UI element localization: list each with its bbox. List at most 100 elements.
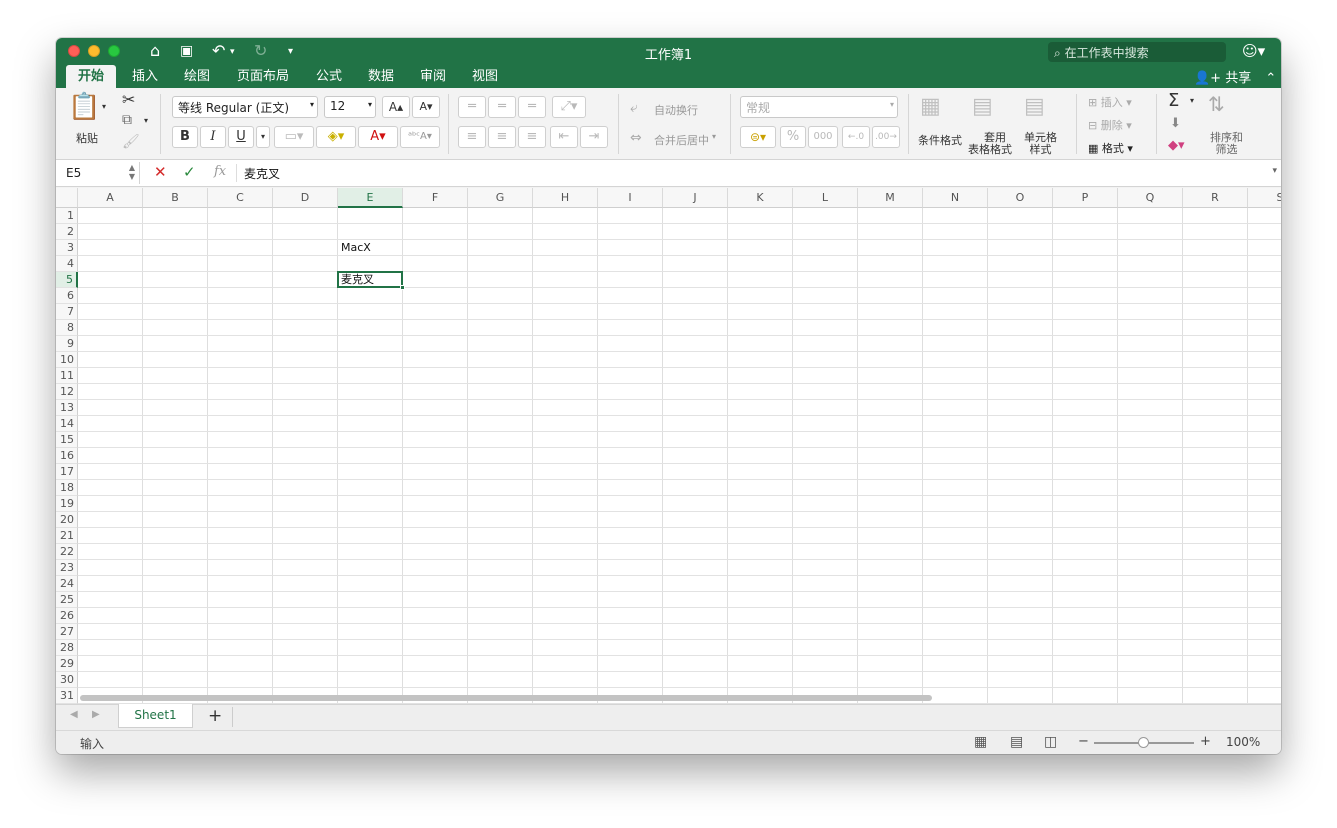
column-header[interactable]: J xyxy=(663,188,728,208)
decrease-font-size-button[interactable]: A▾ xyxy=(412,96,440,118)
column-header[interactable]: E xyxy=(338,188,403,208)
confirm-entry-icon[interactable]: ✓ xyxy=(183,163,196,181)
name-box-stepper-icon[interactable]: ▲ ▼ xyxy=(129,163,135,181)
conditional-format-label[interactable]: 条件格式 xyxy=(918,132,962,148)
row-header[interactable]: 14 xyxy=(56,416,78,432)
increase-font-size-button[interactable]: A▴ xyxy=(382,96,410,118)
row-header[interactable]: 18 xyxy=(56,480,78,496)
chevron-down-icon[interactable]: ▾ xyxy=(1190,96,1194,105)
zoom-level[interactable]: 100% xyxy=(1226,735,1260,749)
increase-decimal-button[interactable]: ←.0 xyxy=(842,126,870,148)
share-button[interactable]: 👤+ 共享 ⌃ xyxy=(1194,67,1276,86)
align-right-button[interactable]: ≡ xyxy=(518,126,546,148)
cell-e3[interactable]: MacX xyxy=(338,240,403,256)
row-header[interactable]: 30 xyxy=(56,672,78,688)
name-box[interactable]: E5 ▲ ▼ xyxy=(62,162,140,184)
column-header[interactable]: A xyxy=(78,188,143,208)
sort-filter-icon[interactable]: ⇅ xyxy=(1208,92,1225,116)
row-header[interactable]: 11 xyxy=(56,368,78,384)
underline-button[interactable]: U xyxy=(228,126,254,148)
tab-home[interactable]: 开始 xyxy=(66,65,116,88)
prev-sheet-icon[interactable]: ◀ xyxy=(70,709,78,720)
tab-view[interactable]: 视图 xyxy=(462,65,508,88)
row-header[interactable]: 31 xyxy=(56,688,78,704)
column-header[interactable]: D xyxy=(273,188,338,208)
row-header[interactable]: 26 xyxy=(56,608,78,624)
row-header[interactable]: 6 xyxy=(56,288,78,304)
feedback-smiley-icon[interactable]: ☺▾ xyxy=(1242,42,1265,60)
paste-dropdown-icon[interactable]: ▾ xyxy=(102,102,106,111)
column-header[interactable]: L xyxy=(793,188,858,208)
chevron-down-icon[interactable]: ▾ xyxy=(712,132,716,141)
row-header[interactable]: 27 xyxy=(56,624,78,640)
clear-icon[interactable]: ◆▾ xyxy=(1168,138,1185,153)
copy-dropdown-icon[interactable]: ▾ xyxy=(144,116,148,125)
row-header[interactable]: 5 xyxy=(56,272,78,288)
sort-filter-label[interactable]: 排序和 筛选 xyxy=(1210,132,1243,156)
row-header[interactable]: 2 xyxy=(56,224,78,240)
orientation-button[interactable]: ⤢▾ xyxy=(552,96,586,118)
row-header[interactable]: 20 xyxy=(56,512,78,528)
paste-icon[interactable]: 📋 xyxy=(68,92,100,122)
phonetic-button[interactable]: ᵃᵇᶜA▾ xyxy=(400,126,440,148)
worksheet-grid[interactable]: A B C D E F G H I J K L M N O P Q R S 1 2 3 4 5 6 7 8 9 10 11 12 13 14 15… xyxy=(56,188,1281,704)
column-header[interactable]: S xyxy=(1248,188,1281,208)
tab-data[interactable]: 数据 xyxy=(358,65,404,88)
formula-input[interactable]: 麦克叉 xyxy=(244,165,280,182)
zoom-in-button[interactable]: + xyxy=(1200,734,1211,749)
row-header[interactable]: 9 xyxy=(56,336,78,352)
row-header[interactable]: 21 xyxy=(56,528,78,544)
bold-button[interactable]: B xyxy=(172,126,198,148)
row-header[interactable]: 28 xyxy=(56,640,78,656)
column-header[interactable]: Q xyxy=(1118,188,1183,208)
row-header[interactable]: 10 xyxy=(56,352,78,368)
row-header[interactable]: 22 xyxy=(56,544,78,560)
cell-styles-icon[interactable]: ▤ xyxy=(1024,94,1045,119)
row-header[interactable]: 25 xyxy=(56,592,78,608)
underline-dropdown-icon[interactable]: ▾ xyxy=(256,126,270,148)
fill-icon[interactable]: ⬇ xyxy=(1170,116,1181,131)
cell-styles-label[interactable]: 单元格 样式 xyxy=(1024,132,1057,156)
zoom-slider-thumb[interactable] xyxy=(1138,737,1149,748)
column-header[interactable]: F xyxy=(403,188,468,208)
align-middle-button[interactable]: ═ xyxy=(488,96,516,118)
select-all-corner[interactable] xyxy=(56,188,78,208)
page-break-view-icon[interactable]: ◫ xyxy=(1044,734,1057,750)
decrease-indent-button[interactable]: ⇤ xyxy=(550,126,578,148)
table-format-label[interactable]: 套用 表格格式 xyxy=(968,132,1012,156)
row-header[interactable]: 3 xyxy=(56,240,78,256)
autosum-icon[interactable]: Σ xyxy=(1168,90,1179,111)
zoom-out-button[interactable]: − xyxy=(1078,734,1089,749)
column-header[interactable]: I xyxy=(598,188,663,208)
table-format-icon[interactable]: ▤ xyxy=(972,94,993,119)
row-header[interactable]: 17 xyxy=(56,464,78,480)
page-layout-view-icon[interactable]: ▤ xyxy=(1010,734,1023,750)
increase-indent-button[interactable]: ⇥ xyxy=(580,126,608,148)
merge-center-label[interactable]: 合并后居中 xyxy=(654,132,709,148)
align-bottom-button[interactable]: ═ xyxy=(518,96,546,118)
align-left-button[interactable]: ≡ xyxy=(458,126,486,148)
expand-formula-bar-icon[interactable]: ▾ xyxy=(1272,166,1277,176)
column-header[interactable]: N xyxy=(923,188,988,208)
format-cells-button[interactable]: ▦ 格式 ▾ xyxy=(1088,140,1133,156)
delete-cells-button[interactable]: ⊟ 删除 ▾ xyxy=(1088,117,1132,133)
row-header[interactable]: 29 xyxy=(56,656,78,672)
next-sheet-icon[interactable]: ▶ xyxy=(92,709,100,720)
row-header[interactable]: 19 xyxy=(56,496,78,512)
row-header[interactable]: 13 xyxy=(56,400,78,416)
column-header[interactable]: G xyxy=(468,188,533,208)
align-top-button[interactable]: ═ xyxy=(458,96,486,118)
tab-review[interactable]: 审阅 xyxy=(410,65,456,88)
insert-cells-button[interactable]: ⊞ 插入 ▾ xyxy=(1088,94,1132,110)
fill-color-button[interactable]: ◈▾ xyxy=(316,126,356,148)
row-header[interactable]: 23 xyxy=(56,560,78,576)
search-sheet-input[interactable]: ⌕ 在工作表中搜索 xyxy=(1048,42,1226,62)
wrap-text-label[interactable]: 自动换行 xyxy=(654,102,698,118)
align-center-button[interactable]: ≡ xyxy=(488,126,516,148)
horizontal-scrollbar[interactable] xyxy=(80,695,932,701)
copy-icon[interactable]: ⧉ xyxy=(122,112,132,128)
fill-handle[interactable] xyxy=(400,285,405,290)
decrease-decimal-button[interactable]: .00→ xyxy=(872,126,900,148)
insert-function-icon[interactable]: fx xyxy=(214,164,226,179)
cancel-entry-icon[interactable]: ✕ xyxy=(154,163,167,181)
